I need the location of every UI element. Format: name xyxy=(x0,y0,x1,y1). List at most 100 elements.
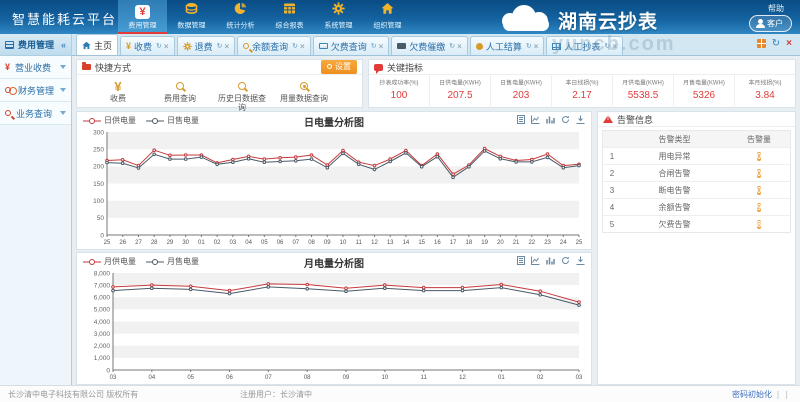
shortcuts: ¥收费费用查询历史日数据查询用量数据查询 xyxy=(77,75,362,112)
home-icon xyxy=(381,2,394,15)
indicator-cell: 本月线损(%)3.84 xyxy=(734,75,795,108)
restore-icon[interactable] xyxy=(561,115,570,124)
svg-text:03: 03 xyxy=(230,240,237,246)
key-indicators-panel: 关键指标 抄表成功率(%)100日供电量(KWH)207.5日售电量(KWH)2… xyxy=(368,59,796,108)
tab-close-icon[interactable]: × xyxy=(224,42,229,51)
refresh-icon[interactable]: ↻ xyxy=(772,39,780,48)
shortcut-usage-data-query[interactable]: 用量数据查询 xyxy=(273,79,335,112)
sidebar-header-label: 费用管理 xyxy=(18,38,54,51)
indicator-label: 月售电量(KWH) xyxy=(679,79,730,88)
chevron-down-icon[interactable] xyxy=(60,88,66,92)
svg-text:28: 28 xyxy=(151,240,158,246)
user-icon xyxy=(758,19,763,24)
sidebar-item-business-charge[interactable]: ¥营业收费 xyxy=(0,56,71,79)
tab-close-icon[interactable]: × xyxy=(164,42,169,51)
sidebar-header[interactable]: 费用管理 « xyxy=(0,34,71,56)
tab-manual-settle[interactable]: 人工结算 ↻× xyxy=(470,36,545,55)
footer-divider: ❘❘ xyxy=(775,390,792,399)
chevron-down-icon[interactable] xyxy=(60,111,66,115)
coins-icon xyxy=(5,87,11,93)
sidebar-item-business-query[interactable]: 业务查询 xyxy=(0,102,71,125)
tab-home[interactable]: 主页 xyxy=(76,34,118,55)
shortcut-history-day-data-query[interactable]: 历史日数据查询 xyxy=(211,79,273,112)
save-image-icon[interactable] xyxy=(576,256,585,265)
collapse-icon[interactable]: « xyxy=(61,40,66,50)
indicators-title: 关键指标 xyxy=(387,61,423,74)
svg-text:7,000: 7,000 xyxy=(94,282,111,289)
search-icon xyxy=(243,43,249,49)
shortcut-charge[interactable]: ¥收费 xyxy=(87,79,149,112)
chevron-down-icon[interactable] xyxy=(60,65,66,69)
alert-row[interactable]: 2合闸告警0 xyxy=(603,164,790,181)
svg-text:30: 30 xyxy=(182,240,189,246)
tab-refund[interactable]: 退费↻× xyxy=(177,36,236,55)
alert-row[interactable]: 5欠费告警8 xyxy=(603,215,790,232)
tab-balance-query[interactable]: 余额查询 ↻× xyxy=(237,36,311,55)
tab-refresh-icon[interactable]: ↻ xyxy=(526,42,532,50)
restore-icon[interactable] xyxy=(561,256,570,265)
daily-chart-plot: 0501001502002503002526272829300102030405… xyxy=(81,128,587,250)
daily-chart-panel: 日供电量日售电量 日电量分析图 050100150200250300252627… xyxy=(76,111,592,250)
tab-refresh-icon[interactable]: ↻ xyxy=(449,42,455,50)
alert-count-badge[interactable]: 0 xyxy=(757,186,761,195)
alert-row[interactable]: 4余额告警9 xyxy=(603,198,790,215)
tab-arrears-query[interactable]: 欠费查询↻× xyxy=(313,36,390,55)
line-chart-icon[interactable] xyxy=(531,115,540,124)
menu-grid-icon[interactable] xyxy=(757,39,766,48)
alert-count-badge[interactable]: 0 xyxy=(757,169,761,178)
bar-chart-icon[interactable] xyxy=(546,115,555,124)
alert-type: 合闸告警 xyxy=(621,168,728,179)
chart-toolbox xyxy=(517,256,585,265)
data-view-icon[interactable] xyxy=(517,256,525,265)
tab-close-icon[interactable]: × xyxy=(300,42,305,51)
svg-text:150: 150 xyxy=(93,181,104,188)
tab-label: 余额查询 xyxy=(252,40,288,53)
nav-item-fees[interactable]: ¥费用管理 xyxy=(118,0,167,34)
svg-text:20: 20 xyxy=(497,240,504,246)
data-view-icon[interactable] xyxy=(517,115,525,124)
tab-close-icon[interactable]: × xyxy=(457,42,462,51)
save-image-icon[interactable] xyxy=(576,115,585,124)
nav-item-system[interactable]: 系统管理 xyxy=(314,0,363,34)
alert-count-badge[interactable]: 9 xyxy=(757,203,761,212)
folder-icon xyxy=(82,64,91,70)
tab-arrears-reminder[interactable]: 欠费催缴↻× xyxy=(391,36,468,55)
indicator-value: 3.84 xyxy=(735,90,795,101)
tab-close-icon[interactable]: × xyxy=(534,42,539,51)
close-icon[interactable]: × xyxy=(786,39,792,48)
tab-refresh-icon[interactable]: ↻ xyxy=(292,42,298,50)
tab-refresh-icon[interactable]: ↻ xyxy=(156,42,162,50)
monthly-chart-title: 月电量分析图 xyxy=(77,255,591,270)
alert-row[interactable]: 1用电异常0 xyxy=(603,147,790,164)
nav-item-label: 费用管理 xyxy=(121,21,164,31)
nav-item-data[interactable]: 数据管理 xyxy=(167,0,216,34)
shortcut-fee-query[interactable]: 费用查询 xyxy=(149,79,211,112)
alert-row[interactable]: 3断电告警0 xyxy=(603,181,790,198)
svg-text:24: 24 xyxy=(560,240,567,246)
line-chart-icon[interactable] xyxy=(531,256,540,265)
user-button[interactable]: 客户 xyxy=(749,15,792,32)
indicator-cell: 日供电量(KWH)207.5 xyxy=(429,75,490,108)
nav-item-reports[interactable]: 综合报表 xyxy=(265,0,314,34)
alert-count-badge[interactable]: 8 xyxy=(757,220,761,229)
settings-button[interactable]: 设置 xyxy=(321,60,357,74)
tab-refresh-icon[interactable]: ↻ xyxy=(371,42,377,50)
bar-chart-icon[interactable] xyxy=(546,256,555,265)
svg-text:01: 01 xyxy=(198,240,205,246)
tab-close-icon[interactable]: × xyxy=(379,42,384,51)
home-icon xyxy=(82,41,91,50)
monthly-chart-plot: 01,0002,0003,0004,0005,0006,0007,0008,00… xyxy=(81,269,587,385)
nav-item-stats[interactable]: 统计分析 xyxy=(216,0,265,34)
search-icon xyxy=(176,82,184,90)
shortcut-label: 用量数据查询 xyxy=(273,94,335,103)
tab-charge[interactable]: ¥收费↻× xyxy=(120,36,175,55)
svg-text:300: 300 xyxy=(93,129,104,136)
help-link[interactable]: 帮助 xyxy=(768,3,784,14)
password-init-link[interactable]: 密码初始化 xyxy=(732,389,772,400)
indicator-value: 207.5 xyxy=(430,90,490,101)
tab-refresh-icon[interactable]: ↻ xyxy=(217,42,223,50)
sidebar-item-finance[interactable]: 财务管理 xyxy=(0,79,71,102)
alert-count-badge[interactable]: 0 xyxy=(757,152,761,161)
tab-label: 人工结算 xyxy=(486,40,522,53)
nav-item-org[interactable]: 组织管理 xyxy=(363,0,412,34)
